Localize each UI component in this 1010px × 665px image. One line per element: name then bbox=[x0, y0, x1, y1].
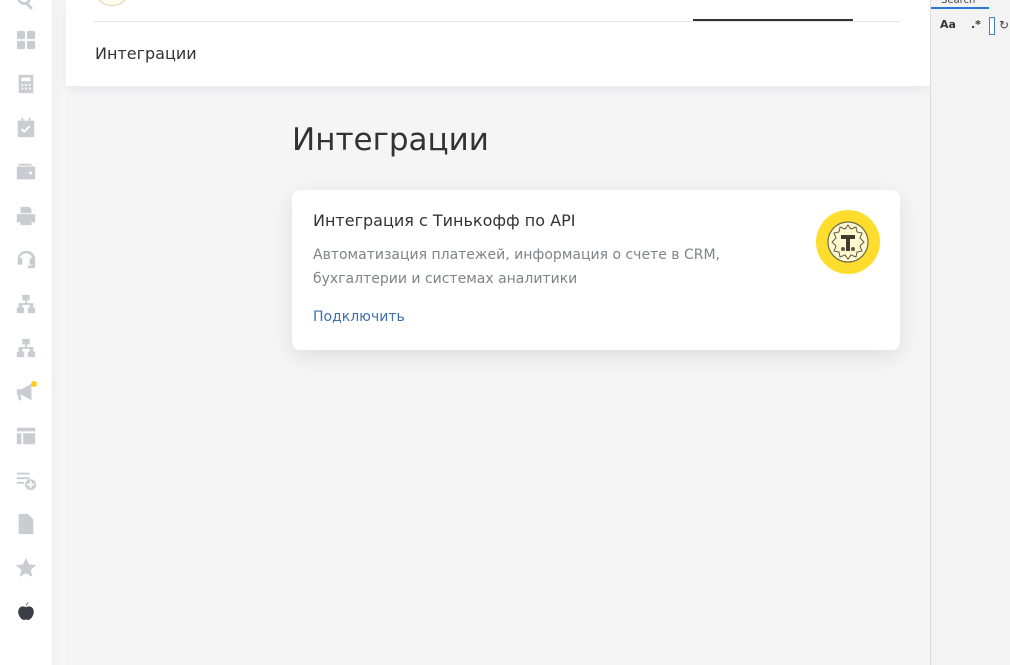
match-case-button[interactable]: Aa bbox=[940, 18, 956, 31]
sidebar-rail bbox=[0, 0, 52, 665]
tinkoff-logo-icon bbox=[816, 210, 880, 274]
calendar-check-icon[interactable] bbox=[14, 116, 38, 140]
apple-icon[interactable] bbox=[14, 600, 38, 624]
rail-gutter bbox=[52, 0, 66, 665]
header-divider bbox=[94, 21, 901, 22]
search-icon[interactable] bbox=[14, 0, 38, 12]
search-tab[interactable]: Search bbox=[931, 0, 989, 9]
card-title: Интеграция с Тинькофф по API bbox=[313, 211, 576, 230]
page-header: Интеграции bbox=[66, 0, 930, 86]
integration-card: Интеграция с Тинькофф по API Автоматизац… bbox=[292, 190, 900, 350]
search-panel: Search Aa .* ↻ bbox=[930, 0, 1010, 665]
layout-icon[interactable] bbox=[14, 424, 38, 448]
wallet-icon[interactable] bbox=[14, 160, 38, 184]
connect-link[interactable]: Подключить bbox=[313, 309, 405, 325]
notification-dot bbox=[31, 381, 37, 387]
playlist-add-icon[interactable] bbox=[14, 468, 38, 492]
megaphone-icon[interactable] bbox=[14, 380, 38, 404]
refresh-icon[interactable]: ↻ bbox=[999, 18, 1009, 32]
sitemap-alt-icon[interactable] bbox=[14, 336, 38, 360]
card-description: Автоматизация платежей, информация о сче… bbox=[313, 247, 721, 287]
dashboard-icon[interactable] bbox=[14, 28, 38, 52]
document-icon[interactable] bbox=[14, 512, 38, 536]
breadcrumb: Интеграции bbox=[95, 44, 197, 63]
search-toolbar: Aa .* ↻ bbox=[931, 15, 1010, 39]
company-logo[interactable] bbox=[98, 0, 126, 6]
sitemap-icon[interactable] bbox=[14, 292, 38, 316]
star-icon[interactable] bbox=[14, 556, 38, 580]
search-input[interactable] bbox=[989, 17, 995, 35]
regex-button[interactable]: .* bbox=[971, 18, 981, 31]
headset-icon[interactable] bbox=[14, 248, 38, 272]
printer-icon[interactable] bbox=[14, 204, 38, 228]
calculator-icon[interactable] bbox=[14, 72, 38, 96]
page-title: Интеграции bbox=[292, 122, 489, 158]
